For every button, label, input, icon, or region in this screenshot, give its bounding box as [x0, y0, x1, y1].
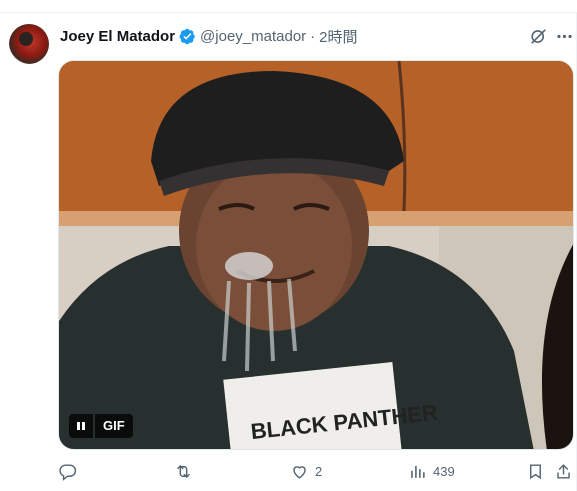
top-divider [0, 12, 577, 13]
reply-icon [59, 463, 77, 481]
tweet-header: Joey El Matador @joey_matador · 2時間 [60, 25, 358, 47]
avatar[interactable] [9, 24, 49, 64]
gif-controls: GIF [69, 414, 133, 438]
more-options-icon[interactable] [553, 25, 575, 47]
pause-icon[interactable] [69, 414, 93, 438]
like-count: 2 [315, 463, 323, 479]
like-button[interactable]: 2 [290, 458, 322, 484]
gif-frame: BLACK PANTHER [59, 61, 573, 449]
heart-icon [293, 465, 306, 479]
views-button[interactable]: 439 [408, 458, 455, 484]
bookmark-button[interactable] [526, 458, 545, 484]
handle[interactable]: @joey_matador [200, 28, 306, 45]
retweet-button[interactable] [174, 458, 199, 484]
timestamp[interactable]: 2時間 [319, 26, 357, 47]
grok-icon[interactable] [527, 25, 549, 47]
views-chart-icon [411, 465, 425, 478]
bookmark-icon [530, 463, 541, 479]
retweet-icon [177, 464, 190, 478]
share-button[interactable] [554, 458, 573, 484]
separator-dot: · [310, 27, 316, 45]
gif-media[interactable]: BLACK PANTHER GIF [58, 60, 574, 450]
share-icon [557, 463, 570, 479]
display-name[interactable]: Joey El Matador [60, 28, 175, 45]
tweet-actions: 2 439 [58, 458, 574, 484]
gif-badge: GIF [95, 414, 133, 438]
reply-button[interactable] [58, 458, 83, 484]
views-count: 439 [433, 463, 455, 479]
verified-badge-icon[interactable] [179, 28, 196, 45]
